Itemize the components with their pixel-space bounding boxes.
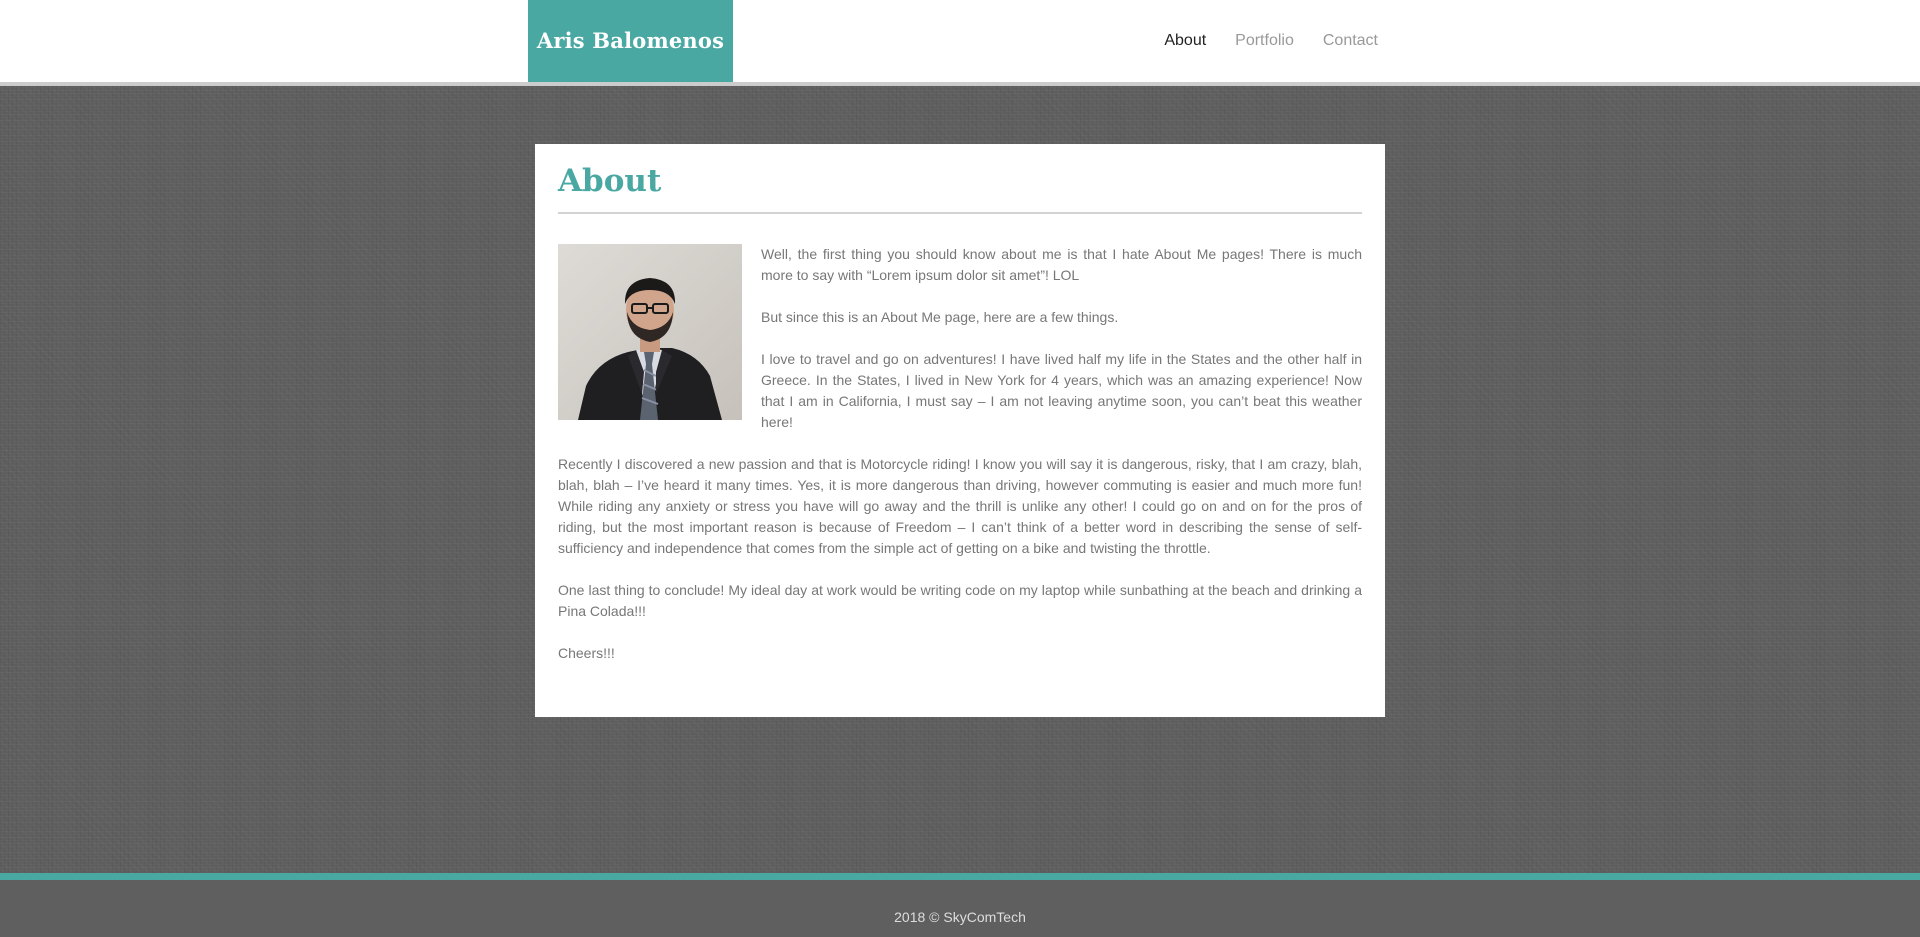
brand-logo-link[interactable]: Aris Balomenos (528, 0, 733, 82)
paragraph-ideal-day: One last thing to conclude! My ideal day… (558, 582, 1362, 619)
site-header: Aris Balomenos About Portfolio Contact (0, 0, 1920, 86)
about-content: Well, the first thing you should know ab… (558, 244, 1362, 664)
paragraph-motorcycle: Recently I discovered a new passion and … (558, 456, 1362, 556)
nav-link-portfolio[interactable]: Portfolio (1235, 32, 1294, 50)
person-portrait-icon (558, 244, 742, 420)
main-nav: About Portfolio Contact (1135, 0, 1378, 82)
nav-link-contact[interactable]: Contact (1323, 32, 1378, 50)
nav-link-about[interactable]: About (1164, 32, 1206, 50)
page-title: About (558, 162, 1362, 214)
about-card: About Well, the first thing you should k… (535, 144, 1385, 717)
footer-accent-stripe (0, 873, 1920, 880)
site-footer: 2018 © SkyComTech (0, 880, 1920, 937)
paragraph-signoff: Cheers!!! (558, 645, 615, 661)
portrait-photo (558, 244, 742, 420)
footer-copyright: 2018 © SkyComTech (894, 909, 1026, 925)
